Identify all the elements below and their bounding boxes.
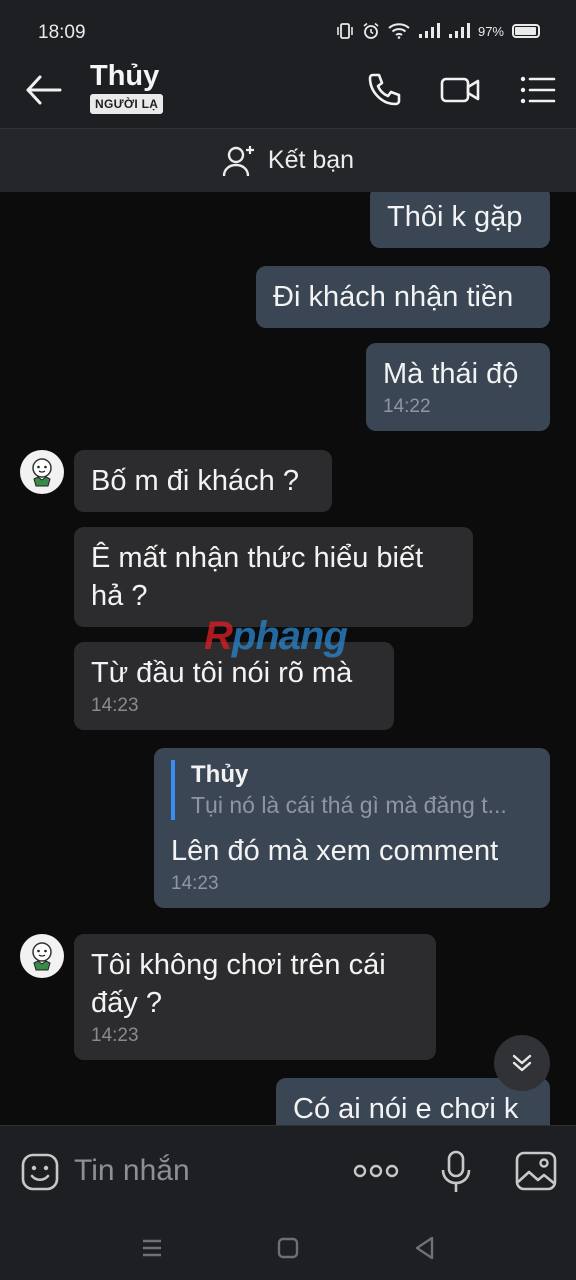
double-chevron-down-icon bbox=[512, 1054, 532, 1072]
stranger-badge: NGƯỜI LẠ bbox=[90, 94, 164, 114]
phone-icon[interactable] bbox=[364, 70, 404, 110]
battery-percent: 97% bbox=[477, 23, 504, 39]
alarm-icon bbox=[363, 22, 379, 39]
add-friend-label: Kết bạn bbox=[267, 146, 355, 174]
video-call-icon[interactable] bbox=[440, 70, 480, 110]
status-icons: 97% bbox=[336, 22, 540, 40]
signal-icon bbox=[418, 23, 440, 38]
message-incoming[interactable]: Tôi không chơi trên cái đấy ? 14:23 bbox=[74, 934, 436, 1060]
more-options-icon[interactable] bbox=[352, 1156, 400, 1186]
avatar[interactable] bbox=[20, 934, 64, 978]
avatar[interactable] bbox=[20, 450, 64, 494]
battery-icon bbox=[512, 24, 540, 38]
message-outgoing[interactable]: Mà thái độ 14:22 bbox=[366, 343, 550, 431]
avatar-image bbox=[32, 942, 52, 971]
status-bar: 18:09 97% bbox=[0, 0, 576, 52]
signal-icon-2 bbox=[448, 23, 470, 38]
message-text: Ê mất nhận thức hiểu biết hả ? bbox=[91, 542, 424, 612]
message-time: 14:23 bbox=[91, 695, 139, 716]
message-text: Có ai nói e chơi k bbox=[293, 1093, 519, 1125]
avatar-image bbox=[32, 458, 52, 487]
message-outgoing-reply[interactable]: Thủy Tụi nó là cái thá gì mà đăng t... L… bbox=[154, 748, 550, 908]
vibrate-icon bbox=[337, 23, 353, 39]
message-text: Bố m đi khách ? bbox=[91, 465, 299, 497]
status-time: 18:09 bbox=[38, 22, 86, 43]
message-text: Mà thái độ bbox=[383, 358, 519, 390]
message-composer bbox=[0, 1125, 576, 1215]
menu-icon[interactable] bbox=[518, 70, 558, 110]
reply-quote[interactable]: Thủy Tụi nó là cái thá gì mà đăng t... bbox=[171, 760, 533, 820]
message-incoming[interactable]: Ê mất nhận thức hiểu biết hả ? bbox=[74, 527, 473, 627]
wifi-icon bbox=[388, 23, 410, 39]
message-text: Tôi không chơi trên cái đấy ? bbox=[91, 949, 386, 1019]
back-nav-icon[interactable] bbox=[410, 1233, 440, 1263]
reply-quote-name: Thủy bbox=[191, 761, 249, 788]
contact-name[interactable]: Thủy bbox=[90, 60, 159, 93]
microphone-icon[interactable] bbox=[440, 1150, 472, 1194]
message-outgoing[interactable]: Đi khách nhận tiền bbox=[256, 266, 550, 328]
scroll-to-bottom-button[interactable] bbox=[494, 1035, 550, 1091]
add-friend-icon bbox=[222, 145, 254, 176]
recent-apps-icon[interactable] bbox=[137, 1233, 167, 1263]
message-text: Đi khách nhận tiền bbox=[273, 281, 514, 313]
message-text: Lên đó mà xem comment bbox=[171, 835, 499, 867]
message-input[interactable] bbox=[74, 1148, 334, 1194]
chat-area[interactable]: Thôi k gặp Đi khách nhận tiền Mà thái độ… bbox=[0, 192, 576, 1125]
message-outgoing[interactable]: Thôi k gặp bbox=[370, 192, 550, 248]
message-time: 14:23 bbox=[171, 873, 219, 894]
message-incoming[interactable]: Bố m đi khách ? bbox=[74, 450, 332, 512]
watermark-logo: Rphang bbox=[204, 614, 348, 658]
message-text: Thôi k gặp bbox=[387, 201, 523, 233]
message-time: 14:22 bbox=[383, 396, 431, 417]
message-time: 14:23 bbox=[91, 1025, 139, 1046]
back-arrow-icon[interactable] bbox=[24, 72, 64, 108]
reply-quote-text: Tụi nó là cái thá gì mà đăng t... bbox=[191, 792, 507, 818]
system-navigation-bar bbox=[0, 1215, 576, 1280]
sticker-emoji-icon[interactable] bbox=[20, 1152, 60, 1192]
image-gallery-icon[interactable] bbox=[514, 1150, 558, 1192]
add-friend-button[interactable]: Kết bạn bbox=[0, 128, 576, 192]
message-text: Từ đầu tôi nói rõ mà bbox=[91, 657, 353, 689]
chat-header: Thủy NGƯỜI LẠ bbox=[0, 52, 576, 128]
home-icon[interactable] bbox=[273, 1233, 303, 1263]
